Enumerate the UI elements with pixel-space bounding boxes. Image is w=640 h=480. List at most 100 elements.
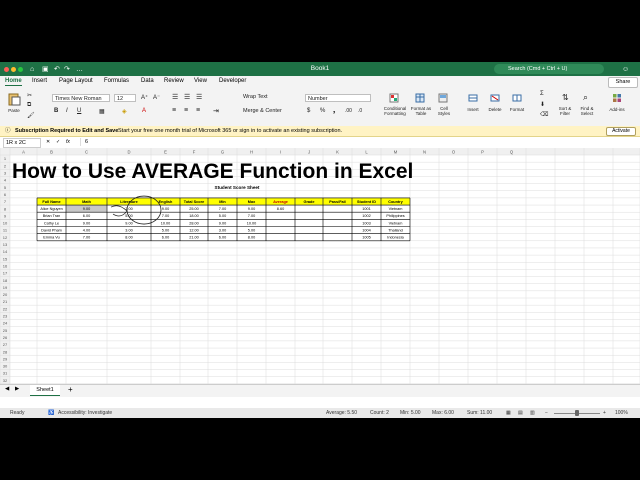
table-cell: 9.00 <box>125 221 132 225</box>
share-label: Share <box>615 79 631 85</box>
table-header-cell: Pass/Fail <box>329 200 345 204</box>
format-cells-label: Format <box>509 107 525 112</box>
increase-font-icon[interactable]: A⁺ <box>141 94 148 101</box>
cell-styles-icon[interactable] <box>438 93 448 103</box>
table-header-cell: English <box>159 200 173 204</box>
cancel-icon[interactable]: ✕ <box>46 137 50 148</box>
sort-filter-icon[interactable]: ⇅ <box>562 93 569 102</box>
align-top-icon[interactable]: ☰ <box>172 93 178 101</box>
tab-view[interactable]: View <box>194 78 207 84</box>
autosum-icon[interactable]: Σ <box>540 91 544 97</box>
column-header-I: I <box>280 149 281 154</box>
row-header-19: 19 <box>3 285 8 290</box>
add-ins-icon[interactable] <box>612 93 622 103</box>
name-box[interactable]: 1R x 2C <box>3 138 41 148</box>
smiley-icon[interactable]: ☺ <box>622 65 629 73</box>
add-sheet-icon[interactable]: + <box>68 385 73 394</box>
italic-icon[interactable]: I <box>66 108 68 114</box>
table-cell: David Pham <box>41 229 62 233</box>
sheet-tab-sheet1[interactable]: Sheet1 <box>30 385 60 396</box>
zoom-slider[interactable] <box>554 410 600 416</box>
add-ins-label: Add-ins <box>609 107 625 112</box>
align-center-icon[interactable]: ≡ <box>184 107 188 114</box>
fill-color-icon[interactable]: ◈ <box>122 108 127 115</box>
share-button[interactable]: Share <box>608 77 638 88</box>
search-input[interactable]: Search (Cmd + Ctrl + U) <box>494 64 604 74</box>
align-right-icon[interactable]: ≡ <box>196 107 200 114</box>
activate-button[interactable]: Activate <box>606 127 636 136</box>
insert-cells-icon[interactable] <box>468 93 478 103</box>
tab-formulas[interactable]: Formulas <box>104 78 129 84</box>
table-cell: 8.00 <box>125 236 132 240</box>
sheet-tab-label: Sheet1 <box>36 387 54 393</box>
table-cell: 3.00 <box>219 229 226 233</box>
tab-data[interactable]: Data <box>141 78 154 84</box>
zoom-in-icon[interactable]: + <box>603 408 606 418</box>
tab-review[interactable]: Review <box>164 78 184 84</box>
enter-icon[interactable]: ✓ <box>56 137 60 148</box>
clear-icon[interactable]: ⌫ <box>540 111 548 118</box>
copy-icon[interactable]: ⧉ <box>27 102 31 109</box>
prev-sheet-icon[interactable]: ◀ <box>5 386 9 392</box>
currency-icon[interactable]: $ <box>307 108 310 114</box>
table-cell: 1001 <box>362 207 370 211</box>
indent-icon[interactable]: ⇥ <box>213 107 219 115</box>
tab-page-layout[interactable]: Page Layout <box>59 78 93 84</box>
row-header-21: 21 <box>3 299 8 304</box>
format-cells-icon[interactable] <box>512 93 522 103</box>
delete-cells-icon[interactable] <box>490 93 500 103</box>
wrap-text-button[interactable]: Wrap Text <box>243 94 268 100</box>
decrease-font-icon[interactable]: A⁻ <box>153 94 160 101</box>
conditional-formatting-icon[interactable] <box>389 93 399 103</box>
comma-icon[interactable]: ❟ <box>333 108 335 115</box>
decrease-decimal-icon[interactable]: .0 <box>358 108 362 114</box>
fill-icon[interactable]: ⬇ <box>540 101 545 108</box>
increase-decimal-icon[interactable]: .00 <box>345 108 352 114</box>
font-size-select[interactable]: 12 <box>114 94 136 102</box>
formula-input[interactable]: 6 <box>80 138 640 146</box>
status-max: Max: 6.00 <box>432 410 454 416</box>
message-title: Subscription Required to Edit and Save <box>15 128 119 134</box>
row-header-29: 29 <box>3 356 8 361</box>
activate-label: Activate <box>612 128 630 134</box>
align-left-icon[interactable]: ≡ <box>172 107 176 114</box>
find-select-icon[interactable]: ⌕ <box>583 92 588 103</box>
table-cell: 1004 <box>362 229 370 233</box>
row-header-23: 23 <box>3 314 8 319</box>
table-cell: Vietnam <box>389 221 403 225</box>
normal-view-icon[interactable]: ▦ <box>506 408 511 418</box>
paste-icon[interactable] <box>7 92 21 106</box>
page-break-view-icon[interactable]: ▥ <box>530 408 535 418</box>
column-header-D: D <box>127 149 130 154</box>
insert-function-icon[interactable]: fx <box>66 137 70 148</box>
tab-insert[interactable]: Insert <box>32 78 47 84</box>
font-color-icon[interactable]: A <box>142 108 146 114</box>
underline-icon[interactable]: U <box>77 108 81 114</box>
row-header-17: 17 <box>3 271 8 276</box>
tab-developer[interactable]: Developer <box>219 78 246 84</box>
table-cell: 9.00 <box>162 207 169 211</box>
table-cell: 10.00 <box>161 221 171 225</box>
font-name-select[interactable]: Times New Roman <box>52 94 110 102</box>
bold-icon[interactable]: B <box>54 108 58 114</box>
format-painter-icon[interactable]: 🖌 <box>27 112 35 119</box>
format-as-table-icon[interactable] <box>415 93 425 103</box>
zoom-slider-thumb[interactable] <box>575 410 579 416</box>
align-bottom-icon[interactable]: ☰ <box>196 93 202 101</box>
number-format-select[interactable]: Number <box>305 94 371 102</box>
cut-icon[interactable]: ✂ <box>27 92 32 99</box>
zoom-out-icon[interactable]: − <box>545 408 548 418</box>
sheet-tab-bar: ◀ ▶ Sheet1 + <box>0 384 640 397</box>
next-sheet-icon[interactable]: ▶ <box>15 386 19 392</box>
tab-home[interactable]: Home <box>5 78 22 86</box>
table-cell: 5.00 <box>219 214 226 218</box>
percent-icon[interactable]: % <box>320 108 325 114</box>
page-layout-view-icon[interactable]: ▤ <box>518 408 523 418</box>
merge-center-button[interactable]: Merge & Center <box>243 108 282 114</box>
table-cell: Cathy Le <box>44 221 59 225</box>
accessibility-status[interactable]: Accessibility: Investigate <box>58 408 112 418</box>
align-middle-icon[interactable]: ☰ <box>184 93 190 101</box>
borders-icon[interactable]: ▦ <box>99 108 105 115</box>
insert-cells-label: Insert <box>467 107 479 112</box>
table-cell: 8.00 <box>248 236 255 240</box>
